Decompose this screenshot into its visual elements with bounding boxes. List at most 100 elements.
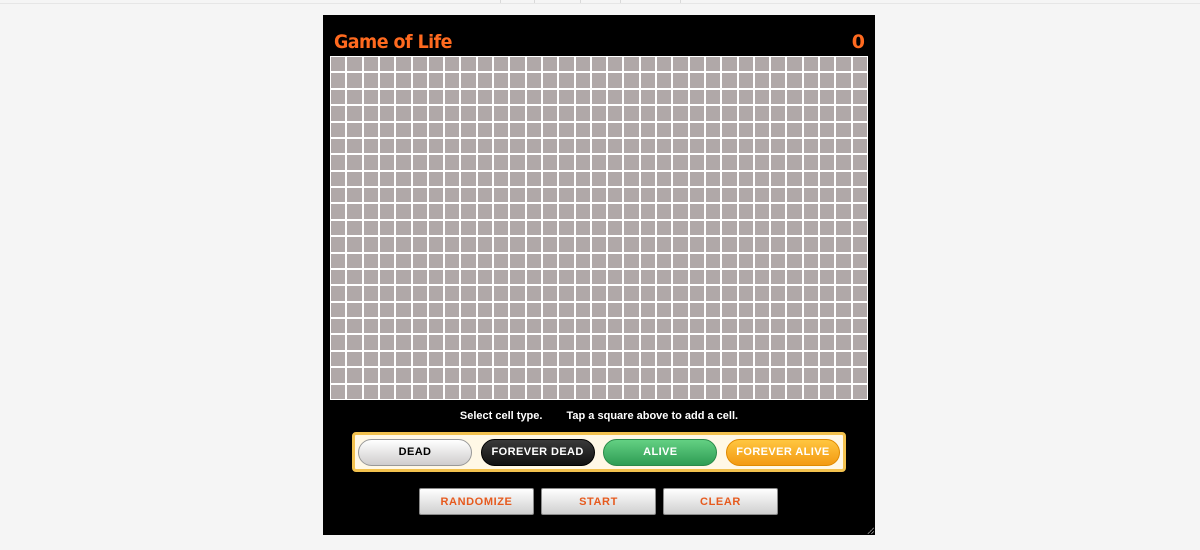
grid-cell[interactable]: [705, 89, 721, 105]
grid-cell[interactable]: [542, 253, 558, 268]
grid-cell[interactable]: [689, 57, 704, 72]
grid-cell[interactable]: [542, 138, 558, 154]
grid-cell[interactable]: [379, 237, 395, 252]
grid-cell[interactable]: [624, 73, 639, 88]
grid-cell[interactable]: [705, 106, 721, 121]
grid-cell[interactable]: [494, 204, 509, 219]
grid-cell[interactable]: [461, 319, 476, 334]
grid-cell[interactable]: [771, 335, 786, 350]
grid-cell[interactable]: [803, 204, 819, 219]
grid-cell[interactable]: [705, 253, 721, 268]
grid-cell[interactable]: [608, 269, 623, 285]
grid-cell[interactable]: [347, 237, 362, 252]
grid-cell[interactable]: [771, 89, 786, 105]
grid-cell[interactable]: [412, 384, 427, 399]
grid-cell[interactable]: [445, 155, 460, 170]
grid-cell[interactable]: [510, 106, 525, 121]
grid-cell[interactable]: [428, 89, 444, 105]
grid-cell[interactable]: [591, 384, 607, 399]
grid-cell[interactable]: [657, 335, 672, 350]
grid-cell[interactable]: [363, 89, 378, 105]
grid-cell[interactable]: [787, 204, 802, 219]
grid-cell[interactable]: [331, 286, 346, 301]
grid-cell[interactable]: [787, 171, 802, 187]
grid-cell[interactable]: [412, 106, 427, 121]
grid-cell[interactable]: [657, 302, 672, 318]
grid-cell[interactable]: [608, 384, 623, 399]
grid-cell[interactable]: [575, 204, 590, 219]
grid-cell[interactable]: [494, 220, 509, 236]
grid-cell[interactable]: [738, 171, 753, 187]
grid-cell[interactable]: [640, 188, 656, 203]
grid-cell[interactable]: [494, 253, 509, 268]
grid-cell[interactable]: [494, 286, 509, 301]
grid-cell[interactable]: [705, 155, 721, 170]
grid-cell[interactable]: [738, 269, 753, 285]
grid-cell[interactable]: [624, 384, 639, 399]
grid-cell[interactable]: [624, 269, 639, 285]
grid-cell[interactable]: [722, 384, 737, 399]
grid-cell[interactable]: [526, 237, 541, 252]
grid-cell[interactable]: [477, 302, 493, 318]
grid-cell[interactable]: [852, 73, 867, 88]
grid-cell[interactable]: [771, 204, 786, 219]
grid-cell[interactable]: [705, 319, 721, 334]
grid-cell[interactable]: [526, 138, 541, 154]
grid-cell[interactable]: [396, 384, 411, 399]
grid-cell[interactable]: [379, 155, 395, 170]
grid-cell[interactable]: [510, 204, 525, 219]
grid-cell[interactable]: [820, 335, 835, 350]
grid-cell[interactable]: [559, 171, 574, 187]
grid-cell[interactable]: [689, 171, 704, 187]
grid-cell[interactable]: [591, 269, 607, 285]
grid-cell[interactable]: [494, 237, 509, 252]
grid-cell[interactable]: [640, 73, 656, 88]
grid-cell[interactable]: [379, 57, 395, 72]
grid-cell[interactable]: [754, 319, 770, 334]
grid-cell[interactable]: [542, 269, 558, 285]
grid-cell[interactable]: [689, 73, 704, 88]
grid-cell[interactable]: [820, 138, 835, 154]
grid-cell[interactable]: [738, 106, 753, 121]
grid-cell[interactable]: [754, 171, 770, 187]
grid-cell[interactable]: [657, 204, 672, 219]
grid-cell[interactable]: [771, 106, 786, 121]
grid-cell[interactable]: [575, 286, 590, 301]
grid-cell[interactable]: [608, 122, 623, 137]
grid-cell[interactable]: [477, 351, 493, 367]
grid-cell[interactable]: [624, 204, 639, 219]
grid-cell[interactable]: [331, 138, 346, 154]
grid-cell[interactable]: [820, 204, 835, 219]
grid-cell[interactable]: [803, 220, 819, 236]
grid-cell[interactable]: [396, 106, 411, 121]
grid-cell[interactable]: [852, 122, 867, 137]
grid-cell[interactable]: [624, 335, 639, 350]
grid-cell[interactable]: [379, 368, 395, 383]
grid-cell[interactable]: [608, 253, 623, 268]
grid-cell[interactable]: [396, 171, 411, 187]
grid-cell[interactable]: [803, 351, 819, 367]
grid-cell[interactable]: [836, 204, 851, 219]
grid-cell[interactable]: [754, 302, 770, 318]
grid-cell[interactable]: [412, 302, 427, 318]
grid-cell[interactable]: [494, 384, 509, 399]
grid-cell[interactable]: [542, 335, 558, 350]
grid-cell[interactable]: [640, 220, 656, 236]
grid-cell[interactable]: [331, 351, 346, 367]
grid-cell[interactable]: [689, 106, 704, 121]
grid-cell[interactable]: [738, 351, 753, 367]
grid-cell[interactable]: [852, 188, 867, 203]
grid-cell[interactable]: [836, 57, 851, 72]
grid-cell[interactable]: [494, 57, 509, 72]
grid-cell[interactable]: [689, 351, 704, 367]
grid-cell[interactable]: [559, 351, 574, 367]
grid-cell[interactable]: [445, 89, 460, 105]
grid-cell[interactable]: [331, 106, 346, 121]
grid-cell[interactable]: [510, 138, 525, 154]
grid-cell[interactable]: [428, 204, 444, 219]
grid-cell[interactable]: [624, 351, 639, 367]
grid-cell[interactable]: [363, 368, 378, 383]
grid-cell[interactable]: [461, 237, 476, 252]
grid-cell[interactable]: [428, 368, 444, 383]
grid-cell[interactable]: [347, 188, 362, 203]
